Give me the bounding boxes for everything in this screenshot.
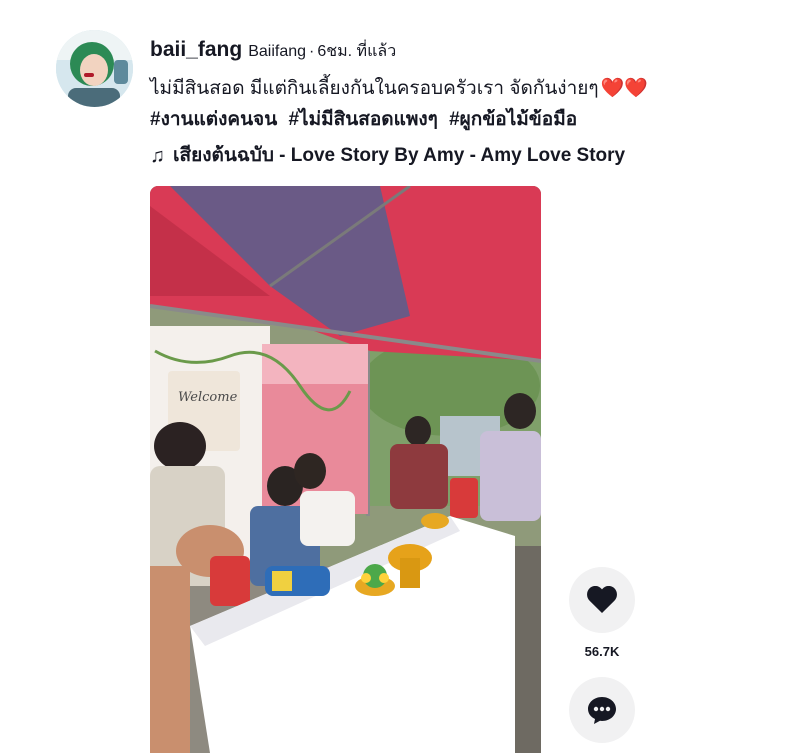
hashtag-list: #งานแต่งคนจน #ไม่มีสินสอดแพงๆ #ผูกข้อไม้… [150, 106, 583, 134]
video-caption: ไม่มีสินสอด มีแต่กินเลี้ยงกันในครอบครัวเ… [150, 73, 750, 105]
heart-icon [587, 586, 617, 613]
caption-hearts: ❤️❤️ [600, 78, 648, 99]
music-note-icon: ♫ [150, 145, 165, 167]
post-time: 6ชม. ที่แล้ว [317, 43, 397, 60]
author-nickname[interactable]: Baiifang [248, 43, 306, 61]
like-count: 56.7K [584, 644, 620, 659]
welcome-sign-text: Welcome [178, 390, 238, 405]
video-player[interactable]: Welcome [150, 186, 541, 753]
like-button[interactable] [569, 567, 635, 633]
hashtag-link[interactable]: #ผูกข้อไม้ข้อมือ [449, 109, 577, 130]
avatar-image [56, 30, 133, 107]
comment-button[interactable] [569, 677, 635, 743]
caption-text: ไม่มีสินสอด มีแต่กินเลี้ยงกันในครอบครัวเ… [150, 78, 599, 99]
video-frame: Welcome [150, 186, 541, 753]
separator-dot: · [309, 43, 315, 60]
author-line: baii_fang Baiifang · 6ชม. ที่แล้ว [150, 38, 396, 64]
hashtag-link[interactable]: #ไม่มีสินสอดแพงๆ [288, 109, 437, 130]
music-title: เสียงต้นฉบับ - Love Story By Amy - Amy L… [173, 145, 626, 166]
avatar[interactable] [56, 30, 133, 107]
music-link[interactable]: ♫ เสียงต้นฉบับ - Love Story By Amy - Amy… [150, 142, 625, 170]
hashtag-link[interactable]: #งานแต่งคนจน [150, 109, 277, 130]
comment-icon [588, 697, 616, 724]
author-username[interactable]: baii_fang [150, 38, 242, 62]
